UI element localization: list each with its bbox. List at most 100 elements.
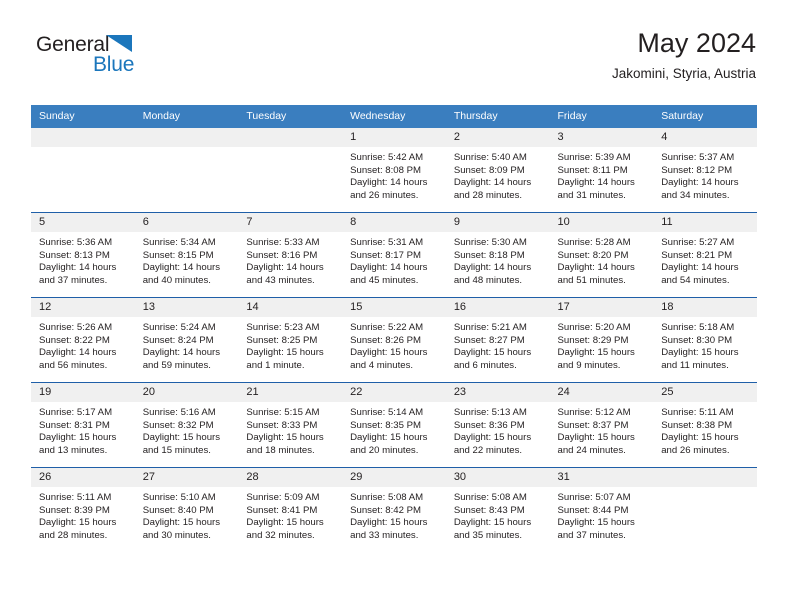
calendar-day-cell[interactable]: 19 Sunrise: 5:17 AM Sunset: 8:31 PM Dayligh… [31, 382, 135, 468]
calendar-day-cell[interactable]: 17 Sunrise: 5:20 AM Sunset: 8:29 PM Dayligh… [549, 297, 654, 383]
calendar-day-cell[interactable]: 25 Sunrise: 5:11 AM Sunset: 8:38 PM Dayligh… [653, 382, 757, 468]
day-details: Sunrise: 5:27 AM Sunset: 8:21 PM Daylight:… [653, 232, 757, 287]
day-number: 22 [342, 383, 446, 403]
calendar-header-row: Sunday Monday Tuesday Wednesday Thursday… [31, 105, 757, 128]
day-number: 23 [445, 383, 550, 403]
daylight-text-line2: and 1 minute. [246, 359, 305, 371]
daylight-text-line1: Daylight: 14 hours [453, 262, 532, 274]
calendar-day-cell[interactable]: 6 Sunrise: 5:34 AM Sunset: 8:15 PM Daylight… [134, 212, 239, 298]
calendar-day-cell[interactable]: 27 Sunrise: 5:10 AM Sunset: 8:40 PM Dayligh… [134, 467, 239, 552]
calendar-day-cell[interactable]: 16 Sunrise: 5:21 AM Sunset: 8:27 PM Dayligh… [445, 297, 550, 383]
calendar-day-cell[interactable]: 18 Sunrise: 5:18 AM Sunset: 8:30 PM Dayligh… [653, 297, 757, 383]
daylight-text-line2: and 26 minutes. [661, 444, 730, 456]
daylight-text-line2: and 33 minutes. [350, 529, 419, 541]
calendar-day-cell[interactable]: 10 Sunrise: 5:28 AM Sunset: 8:20 PM Dayligh… [549, 212, 654, 298]
calendar-day-cell[interactable]: 9 Sunrise: 5:30 AM Sunset: 8:18 PM Daylight… [445, 212, 550, 298]
page-subtitle: Jakomini, Styria, Austria [611, 66, 756, 82]
calendar-day-cell[interactable]: 3 Sunrise: 5:39 AM Sunset: 8:11 PM Daylight… [549, 128, 654, 213]
calendar-day-cell[interactable]: 22 Sunrise: 5:14 AM Sunset: 8:35 PM Dayligh… [342, 382, 446, 468]
calendar-day-cell[interactable]: 29 Sunrise: 5:08 AM Sunset: 8:42 PM Dayligh… [342, 467, 446, 552]
sunrise-text: Sunrise: 5:09 AM [246, 492, 320, 504]
sunset-text: Sunset: 8:40 PM [142, 504, 214, 516]
daylight-text-line1: Daylight: 15 hours [557, 432, 635, 444]
page-title: May 2024 [637, 28, 756, 58]
day-number: 4 [653, 128, 757, 148]
day-details: Sunrise: 5:18 AM Sunset: 8:30 PM Daylight:… [653, 317, 757, 372]
calendar-day-cell[interactable]: 30 Sunrise: 5:08 AM Sunset: 8:43 PM Dayligh… [445, 467, 550, 552]
sunset-text: Sunset: 8:11 PM [557, 164, 628, 176]
day-number: 6 [134, 213, 239, 233]
day-number [653, 468, 757, 487]
calendar-day-cell[interactable]: 14 Sunrise: 5:23 AM Sunset: 8:25 PM Dayligh… [238, 297, 343, 383]
calendar-day-cell[interactable]: 23 Sunrise: 5:13 AM Sunset: 8:36 PM Dayligh… [445, 382, 550, 468]
calendar-day-cell[interactable]: 28 Sunrise: 5:09 AM Sunset: 8:41 PM Dayligh… [238, 467, 343, 552]
general-blue-logo[interactable]: General Blue [36, 34, 236, 90]
calendar-day-cell[interactable]: 12 Sunrise: 5:26 AM Sunset: 8:22 PM Dayligh… [31, 297, 135, 383]
sunset-text: Sunset: 8:18 PM [453, 249, 525, 261]
calendar-day-cell[interactable]: 21 Sunrise: 5:15 AM Sunset: 8:33 PM Dayligh… [238, 382, 343, 468]
day-number: 13 [134, 298, 239, 318]
calendar-day-cell[interactable]: 2 Sunrise: 5:40 AM Sunset: 8:09 PM Daylight… [445, 128, 550, 213]
calendar-day-cell[interactable]: 15 Sunrise: 5:22 AM Sunset: 8:26 PM Dayligh… [342, 297, 446, 383]
sunrise-text: Sunrise: 5:36 AM [39, 237, 113, 249]
day-details: Sunrise: 5:21 AM Sunset: 8:27 PM Daylight:… [446, 317, 550, 372]
daylight-text-line1: Daylight: 15 hours [39, 517, 117, 529]
day-details: Sunrise: 5:23 AM Sunset: 8:25 PM Daylight:… [238, 317, 342, 372]
day-details: Sunrise: 5:33 AM Sunset: 8:16 PM Daylight:… [238, 232, 342, 287]
daylight-text-line2: and 40 minutes. [142, 274, 211, 286]
day-details: Sunrise: 5:14 AM Sunset: 8:35 PM Daylight:… [342, 402, 446, 457]
calendar-day-cell[interactable]: 1 Sunrise: 5:42 AM Sunset: 8:08 PM Daylight… [342, 128, 446, 213]
weekday-header-sunday: Sunday [31, 105, 135, 128]
calendar-day-cell[interactable]: 8 Sunrise: 5:31 AM Sunset: 8:17 PM Daylight… [342, 212, 446, 298]
calendar-day-cell[interactable]: 26 Sunrise: 5:11 AM Sunset: 8:39 PM Dayligh… [31, 467, 135, 552]
sunrise-text: Sunrise: 5:12 AM [557, 407, 631, 419]
calendar-day-cell-empty [31, 128, 135, 213]
daylight-text-line1: Daylight: 15 hours [661, 432, 739, 444]
daylight-text-line1: Daylight: 15 hours [453, 347, 532, 359]
sunset-text: Sunset: 8:35 PM [350, 419, 422, 431]
day-number: 20 [134, 383, 239, 403]
sunrise-text: Sunrise: 5:40 AM [453, 152, 527, 164]
daylight-text-line2: and 4 minutes. [350, 359, 414, 371]
calendar-body: 1 Sunrise: 5:42 AM Sunset: 8:08 PM Daylight… [31, 128, 757, 552]
calendar-week-row: 19 Sunrise: 5:17 AM Sunset: 8:31 PM Dayligh… [31, 382, 757, 468]
calendar-day-cell[interactable]: 24 Sunrise: 5:12 AM Sunset: 8:37 PM Dayligh… [549, 382, 654, 468]
daylight-text-line1: Daylight: 15 hours [661, 347, 739, 359]
day-details: Sunrise: 5:11 AM Sunset: 8:39 PM Daylight:… [31, 487, 135, 542]
sunrise-text: Sunrise: 5:42 AM [350, 152, 424, 164]
daylight-text-line1: Daylight: 14 hours [557, 262, 635, 274]
day-number: 16 [445, 298, 550, 318]
day-details: Sunrise: 5:30 AM Sunset: 8:18 PM Daylight:… [446, 232, 550, 287]
daylight-text-line2: and 28 minutes. [453, 189, 523, 201]
sunset-text: Sunset: 8:27 PM [453, 334, 525, 346]
day-details: Sunrise: 5:26 AM Sunset: 8:22 PM Daylight:… [31, 317, 135, 372]
calendar-day-cell[interactable]: 5 Sunrise: 5:36 AM Sunset: 8:13 PM Daylight… [31, 212, 135, 298]
day-number: 27 [134, 468, 239, 488]
calendar-day-cell[interactable]: 4 Sunrise: 5:37 AM Sunset: 8:12 PM Daylight… [653, 128, 757, 213]
sunrise-text: Sunrise: 5:14 AM [350, 407, 424, 419]
sunset-text: Sunset: 8:39 PM [39, 504, 110, 516]
calendar-day-cell[interactable]: 20 Sunrise: 5:16 AM Sunset: 8:32 PM Dayligh… [134, 382, 239, 468]
daylight-text-line1: Daylight: 14 hours [142, 262, 221, 274]
daylight-text-line1: Daylight: 15 hours [142, 517, 221, 529]
day-number: 5 [31, 213, 135, 233]
daylight-text-line1: Daylight: 14 hours [39, 347, 117, 359]
day-number: 24 [549, 383, 654, 403]
sunset-text: Sunset: 8:08 PM [350, 164, 422, 176]
daylight-text-line2: and 31 minutes. [557, 189, 626, 201]
sunrise-text: Sunrise: 5:21 AM [453, 322, 527, 334]
daylight-text-line2: and 51 minutes. [557, 274, 626, 286]
calendar-day-cell[interactable]: 13 Sunrise: 5:24 AM Sunset: 8:24 PM Dayligh… [134, 297, 239, 383]
day-number: 9 [445, 213, 550, 233]
sunrise-text: Sunrise: 5:27 AM [661, 237, 735, 249]
daylight-text-line1: Daylight: 14 hours [246, 262, 324, 274]
calendar-day-cell[interactable]: 7 Sunrise: 5:33 AM Sunset: 8:16 PM Daylight… [238, 212, 343, 298]
sunset-text: Sunset: 8:20 PM [557, 249, 629, 261]
calendar-day-cell[interactable]: 11 Sunrise: 5:27 AM Sunset: 8:21 PM Dayligh… [653, 212, 757, 298]
logo-text-general: General [36, 33, 110, 56]
calendar-day-cell[interactable]: 31 Sunrise: 5:07 AM Sunset: 8:44 PM Dayligh… [549, 467, 654, 552]
day-number: 1 [342, 128, 446, 148]
day-details: Sunrise: 5:20 AM Sunset: 8:29 PM Daylight:… [550, 317, 654, 372]
daylight-text-line1: Daylight: 14 hours [142, 347, 221, 359]
day-number [238, 128, 343, 147]
